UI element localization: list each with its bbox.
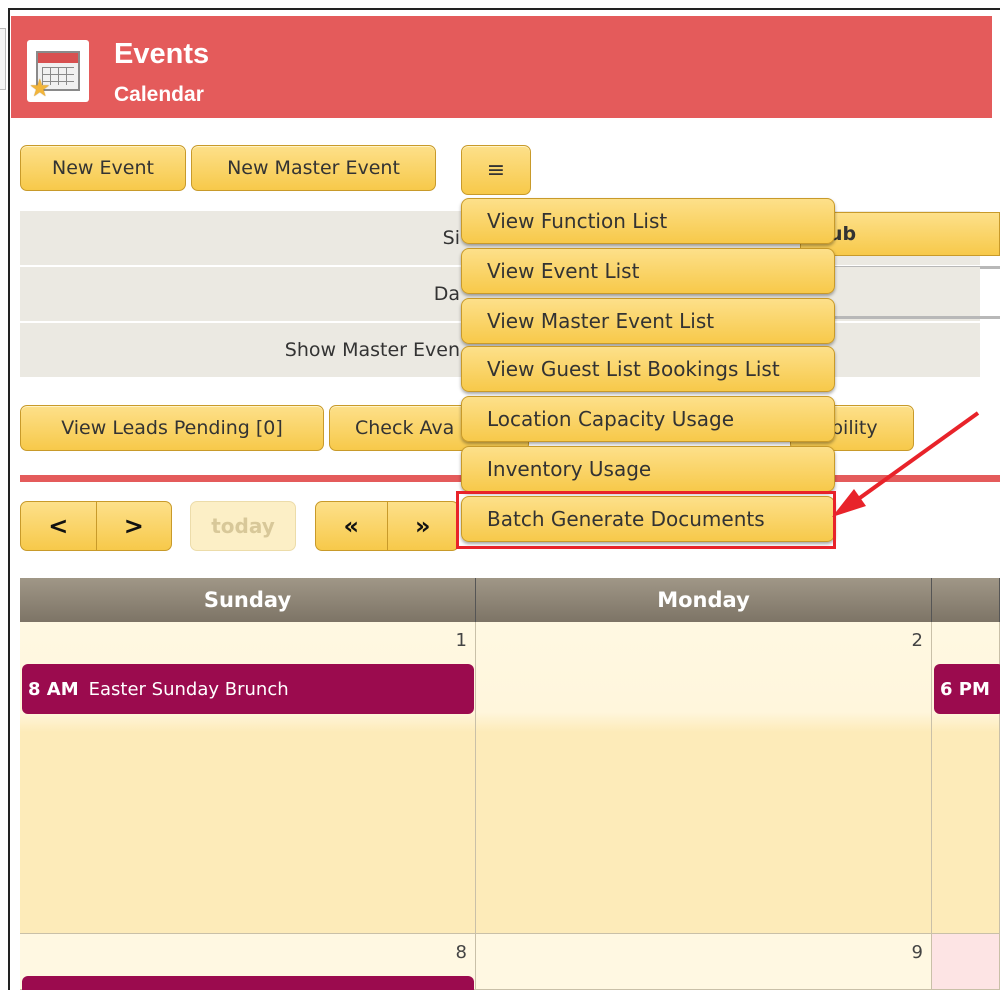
arrow-head-icon bbox=[832, 489, 866, 517]
arrow-shaft bbox=[848, 411, 980, 507]
arrow-annotation bbox=[832, 411, 980, 517]
